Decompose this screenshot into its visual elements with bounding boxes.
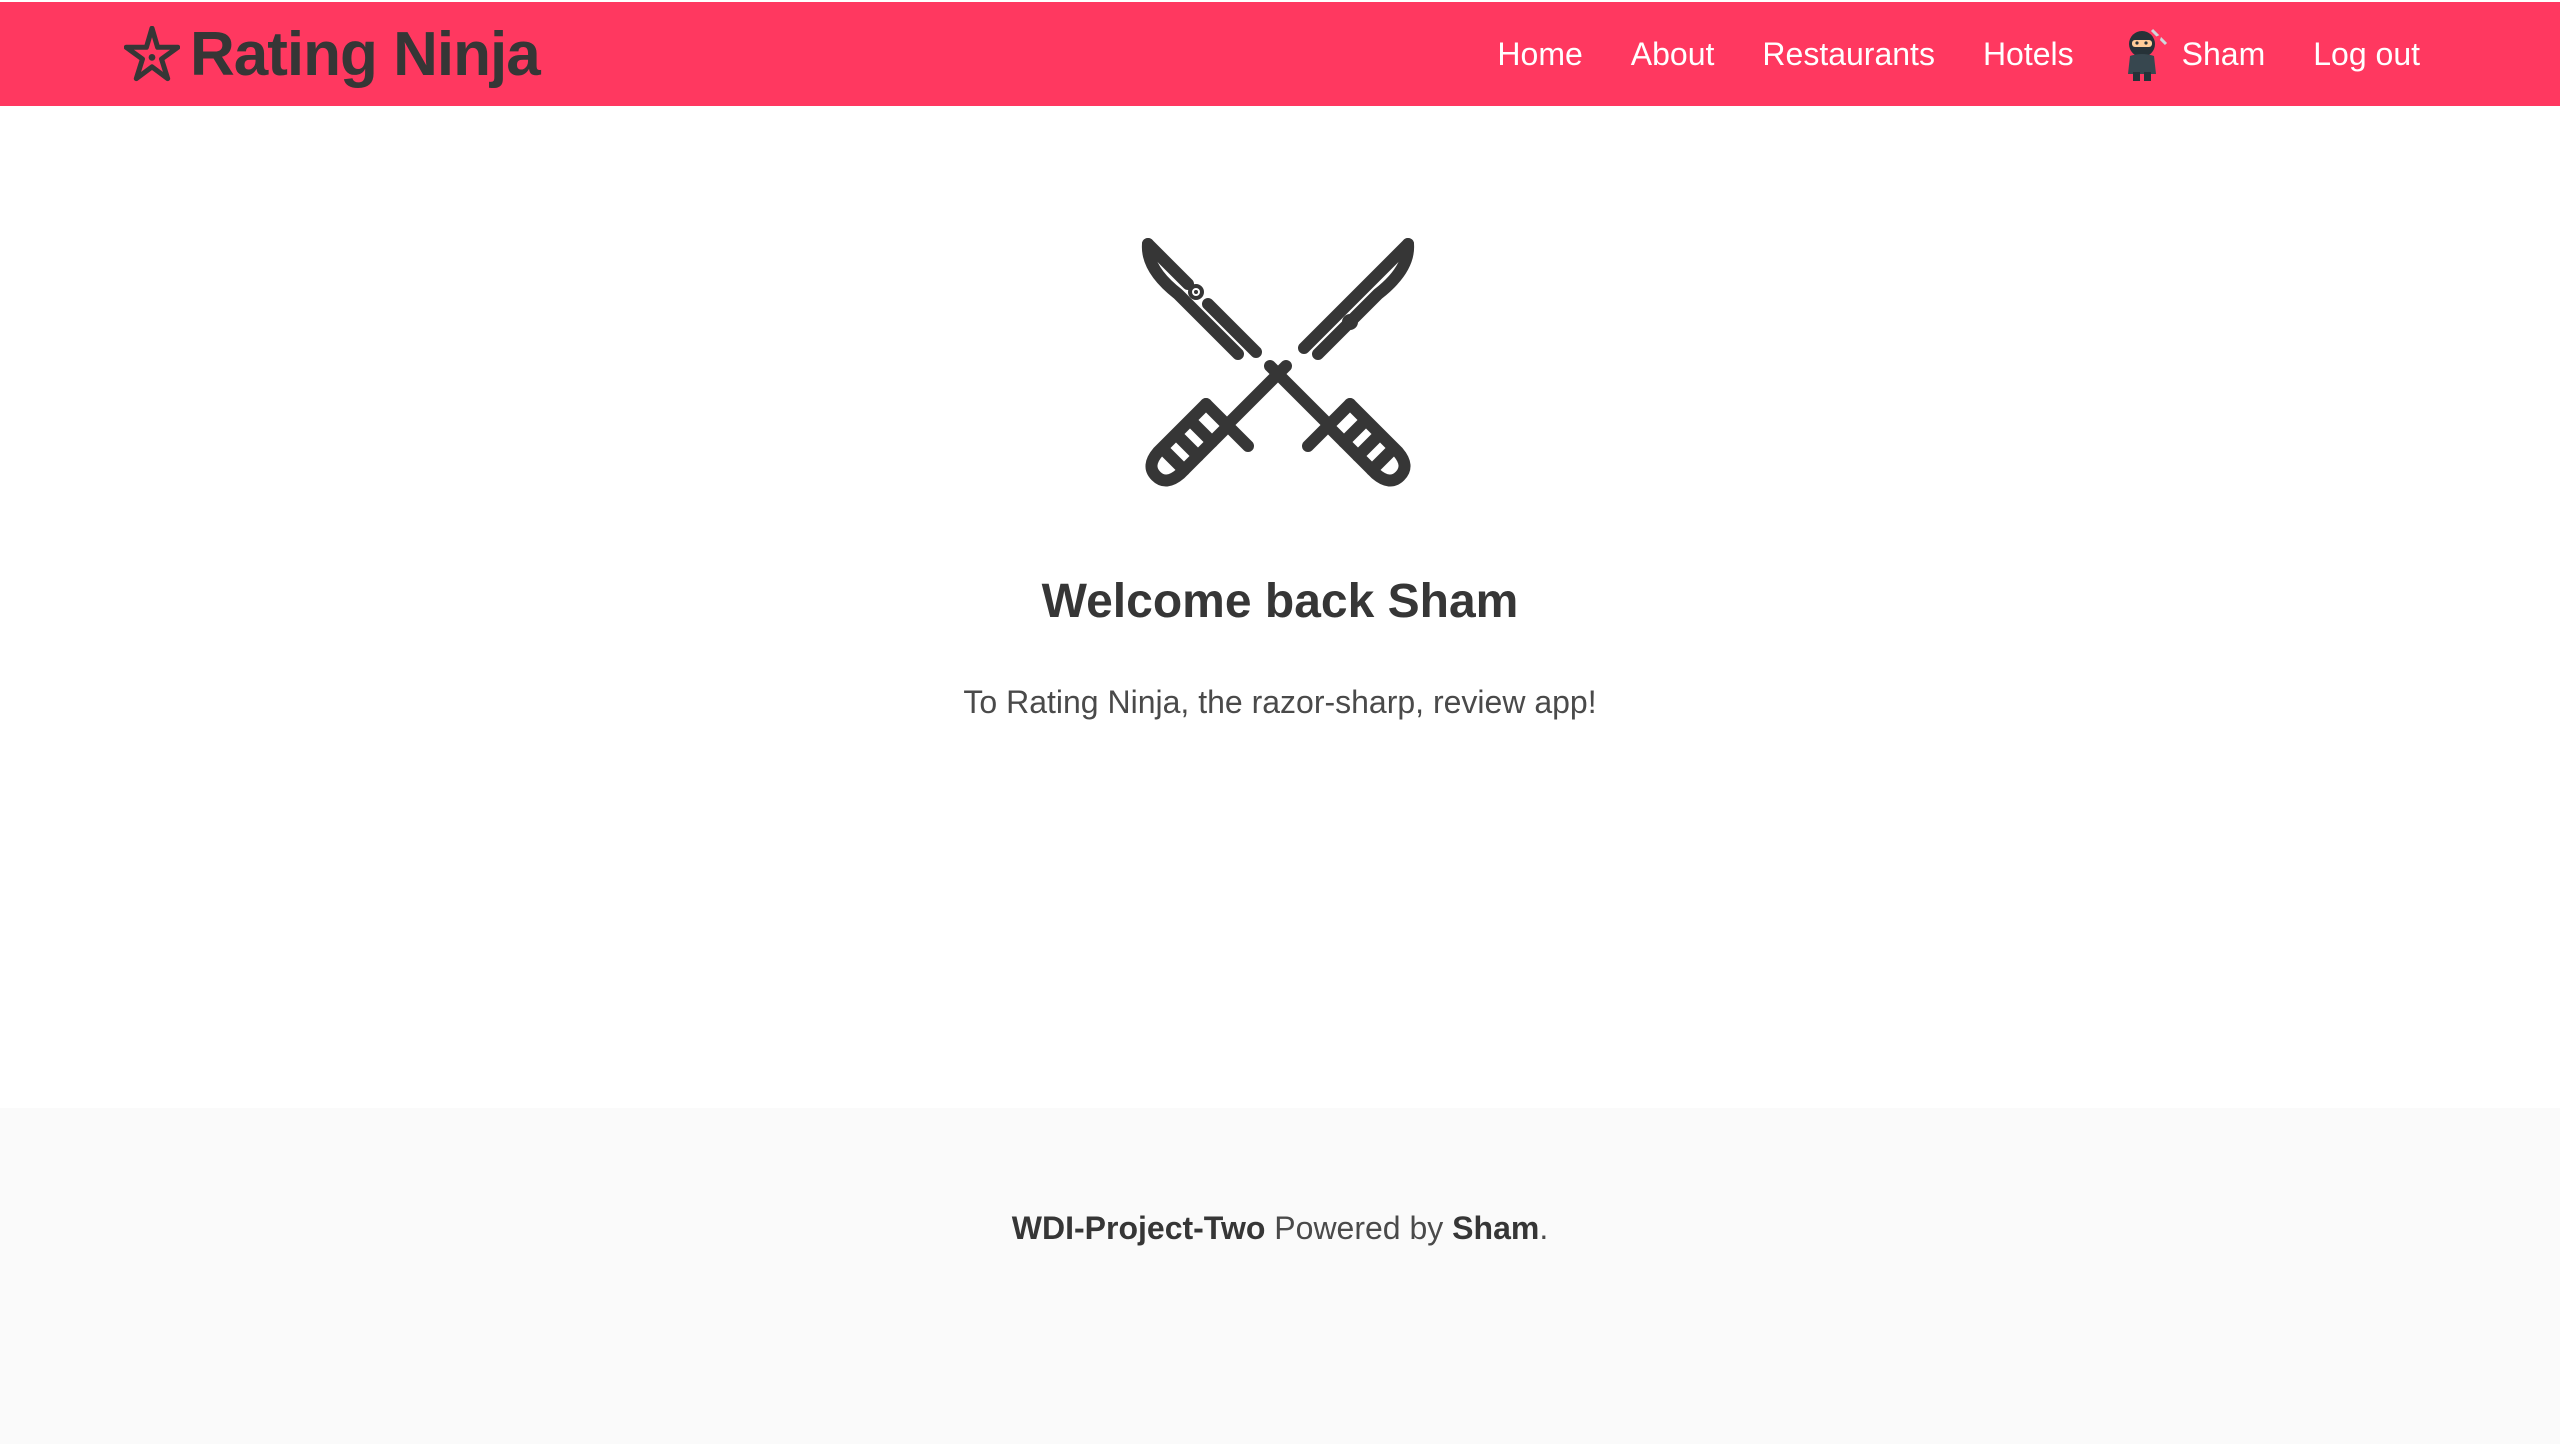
footer-text: WDI-Project-Two Powered by Sham. (0, 1210, 2560, 1247)
welcome-title: Welcome back Sham (1041, 575, 1519, 628)
nav-profile-name: Sham (2181, 35, 2266, 72)
nav-links: Home About Restaurants Hotels Sham Log o… (1473, 2, 2444, 106)
nav-logout-link[interactable]: Log out (2289, 2, 2444, 106)
footer-period: . (1539, 1210, 1549, 1246)
nav-restaurants-link[interactable]: Restaurants (1738, 2, 1959, 106)
ninja-avatar-icon (2127, 28, 2167, 81)
nav-profile-link[interactable]: Sham (2098, 2, 2290, 106)
hero: Welcome back Sham To Rating Ninja, the r… (0, 106, 2560, 1106)
brand-title: Rating Ninja (190, 19, 541, 89)
footer: WDI-Project-Two Powered by Sham. (0, 1108, 2560, 1444)
footer-author: Sham (1452, 1210, 1540, 1246)
welcome-subtitle: To Rating Ninja, the razor-sharp, review… (963, 684, 1597, 720)
brand-link[interactable]: Rating Ninja (124, 2, 541, 106)
navbar: Rating Ninja Home About Restaurants Hote… (0, 2, 2560, 106)
nav-hotels-link[interactable]: Hotels (1959, 2, 2098, 106)
shuriken-star-icon (124, 26, 180, 82)
nav-about-link[interactable]: About (1607, 2, 1739, 106)
nav-home-link[interactable]: Home (1473, 2, 1606, 106)
crossed-katanas-icon (1141, 238, 1415, 487)
footer-powered-by: Powered by (1274, 1210, 1444, 1246)
footer-project-name: WDI-Project-Two (1011, 1210, 1266, 1246)
page: Rating Ninja Home About Restaurants Hote… (0, 0, 2560, 1444)
